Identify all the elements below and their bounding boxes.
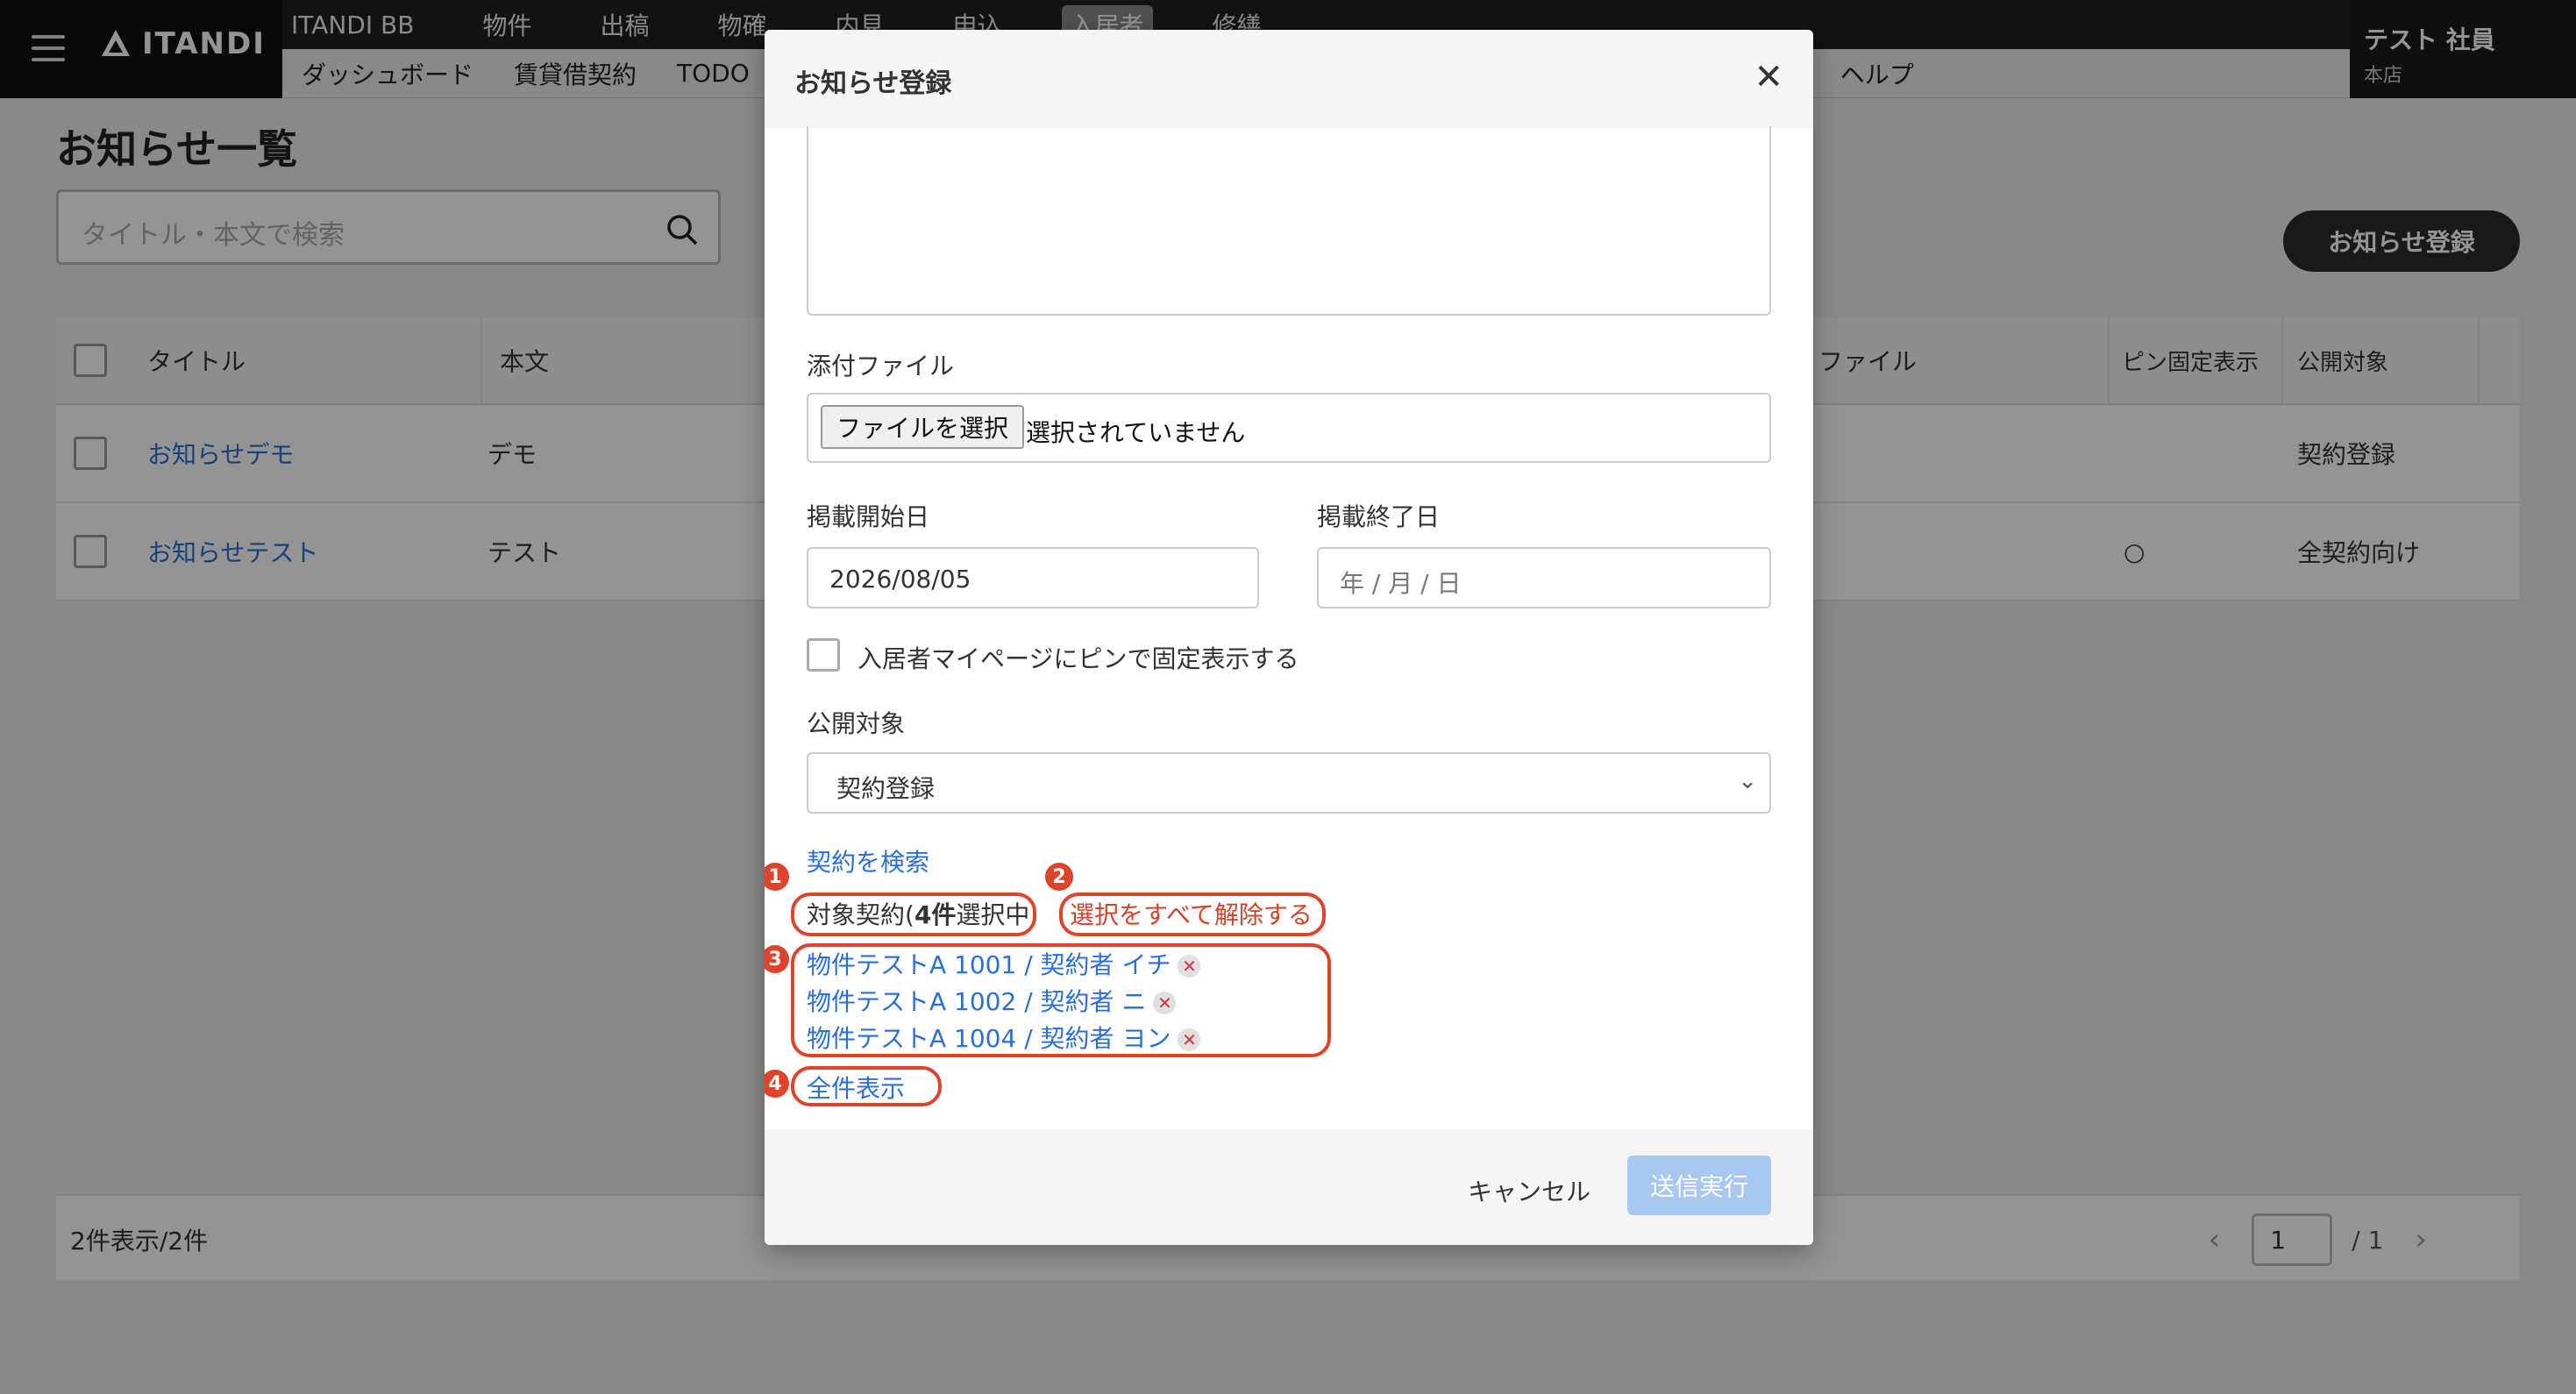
start-date-label: 掲載開始日 — [807, 502, 930, 531]
end-date-input[interactable]: 年 / 月 / 日 — [1317, 547, 1771, 608]
file-input[interactable]: ファイルを選択 選択されていません — [807, 393, 1771, 463]
attach-label: 添付ファイル — [807, 352, 955, 381]
file-select-button[interactable]: ファイルを選択 — [821, 405, 1025, 449]
end-date-placeholder: 年 / 月 / 日 — [1340, 569, 1462, 598]
modal-header: お知らせ登録 ✕ — [765, 30, 1813, 128]
pin-checkbox[interactable] — [807, 638, 840, 672]
selected-contracts-label: 対象契約(4件選択中 — [807, 896, 1029, 931]
annotation-badge-4: 4 — [765, 1070, 789, 1098]
annotation-badge-1: 1 — [765, 863, 789, 891]
start-date-input[interactable]: 2026/08/05 — [807, 547, 1259, 608]
file-status: 選択されていません — [1026, 418, 1246, 447]
contract-link[interactable]: 物件テストA 1002 / 契約者 ニ — [807, 987, 1146, 1016]
body-textarea[interactable] — [807, 126, 1771, 316]
target-select[interactable]: 契約登録 ⌄ — [807, 752, 1771, 814]
cancel-button[interactable]: キャンセル — [1468, 1173, 1590, 1208]
notice-register-modal: お知らせ登録 ✕ 添付ファイル ファイルを選択 選択されていません 掲載開始日 … — [765, 30, 1813, 1245]
contract-link[interactable]: 物件テストA 1001 / 契約者 イチ — [807, 950, 1171, 979]
pin-label[interactable]: 入居者マイページにピンで固定表示する — [857, 640, 1299, 675]
modal-title: お知らせ登録 — [794, 68, 952, 99]
search-contract-link[interactable]: 契約を検索 — [807, 843, 929, 878]
remove-icon[interactable]: ✕ — [1178, 1028, 1201, 1051]
annotation-badge-3: 3 — [765, 945, 789, 973]
selected-count: 4件 — [914, 900, 957, 929]
close-icon[interactable]: ✕ — [1754, 60, 1783, 95]
list-item: 物件テストA 1001 / 契約者 イチ ✕ — [807, 947, 1201, 984]
selected-prefix: 対象契約( — [807, 900, 914, 929]
submit-button[interactable]: 送信実行 — [1627, 1156, 1771, 1215]
list-item: 物件テストA 1004 / 契約者 ヨン ✕ — [807, 1021, 1201, 1057]
chevron-down-icon: ⌄ — [1738, 768, 1757, 794]
remove-icon[interactable]: ✕ — [1178, 955, 1201, 978]
list-item: 物件テストA 1002 / 契約者 ニ ✕ — [807, 984, 1200, 1021]
target-select-value: 契約登録 — [836, 774, 936, 803]
show-all-link[interactable]: 全件表示 — [807, 1070, 905, 1105]
clear-all-link[interactable]: 選択をすべて解除する — [1070, 896, 1313, 931]
modal-footer: キャンセル 送信実行 — [765, 1129, 1813, 1245]
selected-contract-list: 物件テストA 1001 / 契約者 イチ ✕ 物件テストA 1002 / 契約者 … — [807, 947, 1201, 1057]
start-date-value: 2026/08/05 — [829, 565, 971, 594]
end-date-label: 掲載終了日 — [1317, 502, 1441, 531]
annotation-badge-2: 2 — [1045, 863, 1073, 891]
remove-icon[interactable]: ✕ — [1153, 992, 1177, 1014]
target-label: 公開対象 — [807, 709, 906, 738]
contract-link[interactable]: 物件テストA 1004 / 契約者 ヨン — [807, 1024, 1171, 1053]
selected-suffix: 選択中 — [956, 900, 1030, 929]
